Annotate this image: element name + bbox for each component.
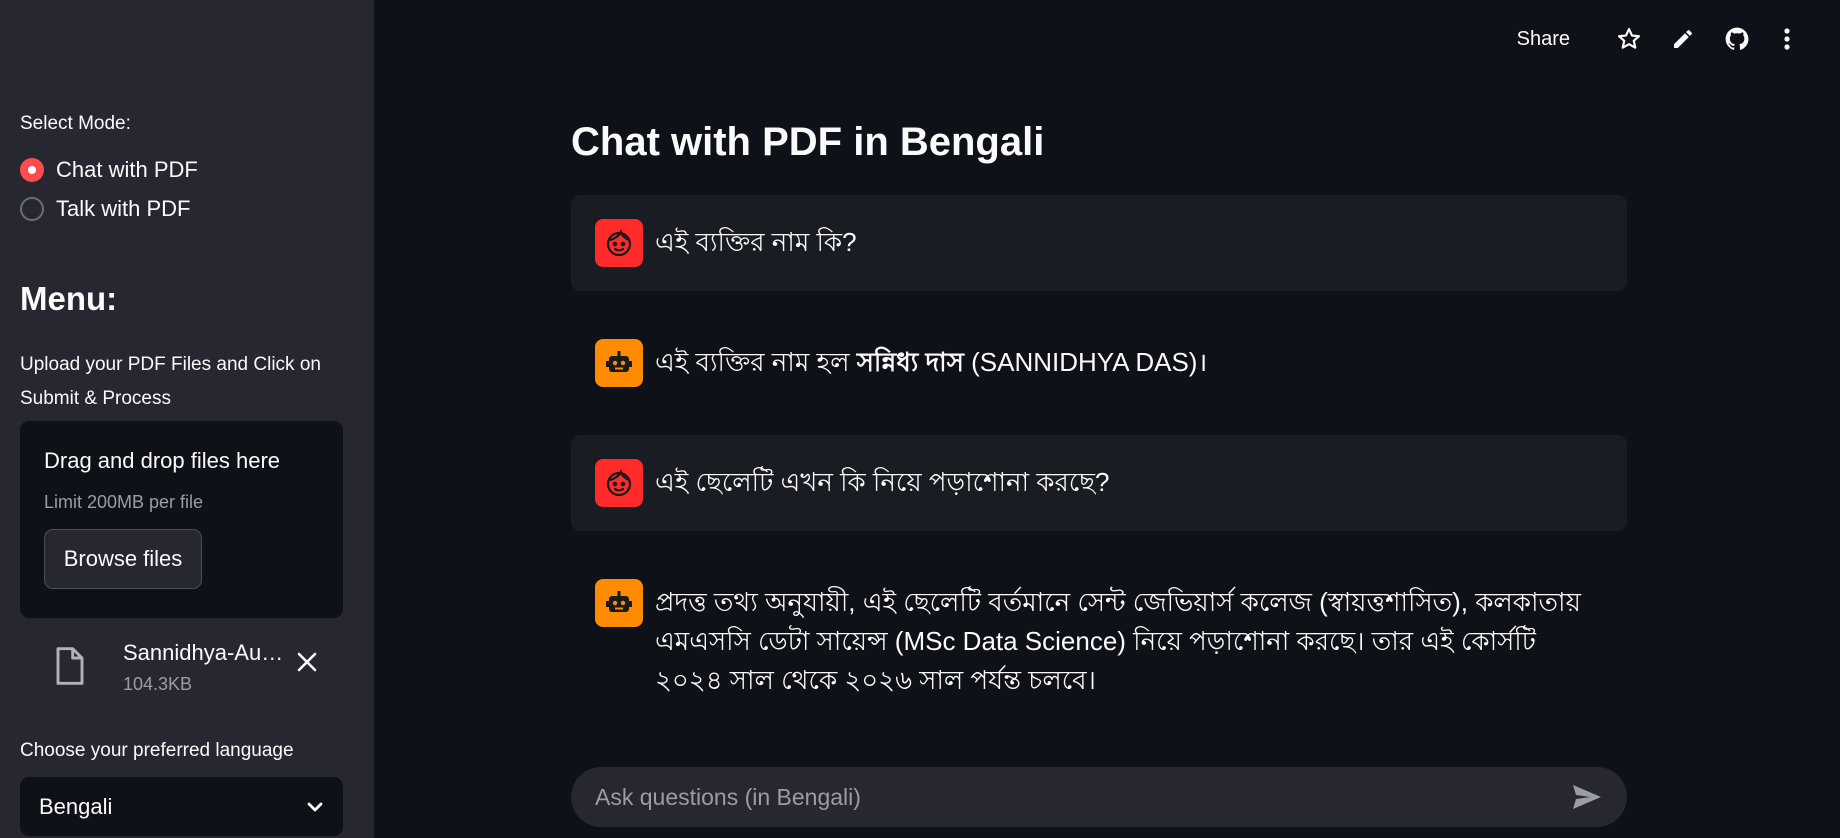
uploaded-file: Sannidhya-Au… 104.3KB: [20, 636, 343, 696]
mode-label: Select Mode:: [20, 113, 131, 134]
chat-input[interactable]: [595, 783, 1571, 811]
language-select-value: Bengali: [39, 793, 113, 819]
message-text: প্রদত্ত তথ্য অনুযায়ী, এই ছেলেটি বর্তমান…: [655, 587, 1581, 695]
radio-label: Talk with PDF: [56, 196, 191, 221]
browse-files-button[interactable]: Browse files: [44, 529, 202, 589]
radio-talk-with-pdf[interactable]: Talk with PDF: [20, 196, 190, 222]
radio-chat-with-pdf[interactable]: Chat with PDF: [20, 157, 198, 183]
language-select[interactable]: Bengali: [20, 777, 343, 836]
file-name: Sannidhya-Au…: [123, 640, 284, 665]
message-bold-name: সন্নিধ্য দাস: [856, 347, 964, 377]
pencil-icon[interactable]: [1666, 22, 1700, 56]
language-label: Choose your preferred language: [20, 740, 294, 761]
page-title: Chat with PDF in Bengali: [571, 120, 1045, 164]
upload-instruction: Upload your PDF Files and Click on Submi…: [20, 354, 321, 409]
send-icon[interactable]: [1571, 781, 1603, 813]
message-text: এই ব্যক্তির নাম হল সন্নিধ্য দাস (SANNIDH…: [655, 339, 1207, 382]
bot-avatar-icon: [595, 339, 643, 387]
chat-message-user: এই ছেলেটি এখন কি নিয়ে পড়াশোনা করছে?: [571, 435, 1627, 531]
dropzone-title: Drag and drop files here: [44, 448, 281, 473]
file-size: 104.3KB: [123, 674, 193, 694]
user-avatar-icon: [595, 219, 643, 267]
sidebar: Select Mode: Chat with PDF Talk with PDF…: [0, 0, 374, 838]
dropzone-limit: Limit 200MB per file: [44, 492, 204, 512]
radio-label: Chat with PDF: [56, 157, 198, 182]
chat-input-bar: [571, 767, 1627, 827]
message-text-part: এই ব্যক্তির নাম হল: [655, 347, 857, 377]
message-text: এই ব্যক্তির নাম কি?: [655, 227, 857, 257]
chevron-down-icon: [307, 802, 323, 811]
more-vert-icon[interactable]: [1770, 22, 1804, 56]
chat-message-assistant: প্রদত্ত তথ্য অনুযায়ী, এই ছেলেটি বর্তমান…: [571, 555, 1627, 715]
menu-title: Menu:: [20, 280, 118, 317]
star-icon[interactable]: [1612, 22, 1646, 56]
message-text-part: (SANNIDHYA DAS)।: [963, 347, 1208, 377]
chat-message-assistant: এই ব্যক্তির নাম হল সন্নিধ্য দাস (SANNIDH…: [571, 315, 1627, 411]
github-icon[interactable]: [1720, 22, 1754, 56]
message-text: এই ছেলেটি এখন কি নিয়ে পড়াশোনা করছে?: [655, 467, 1110, 497]
bot-avatar-icon: [595, 579, 643, 627]
file-icon: [56, 647, 84, 685]
radio-selected-icon[interactable]: [20, 158, 44, 182]
user-avatar-icon: [595, 459, 643, 507]
radio-unselected-icon[interactable]: [20, 197, 44, 221]
file-dropzone[interactable]: Drag and drop files here Limit 200MB per…: [20, 421, 343, 618]
remove-file-close-icon[interactable]: [292, 650, 322, 680]
top-toolbar: Share: [1517, 22, 1804, 56]
share-button[interactable]: Share: [1517, 28, 1570, 51]
chat-message-user: এই ব্যক্তির নাম কি?: [571, 195, 1627, 291]
